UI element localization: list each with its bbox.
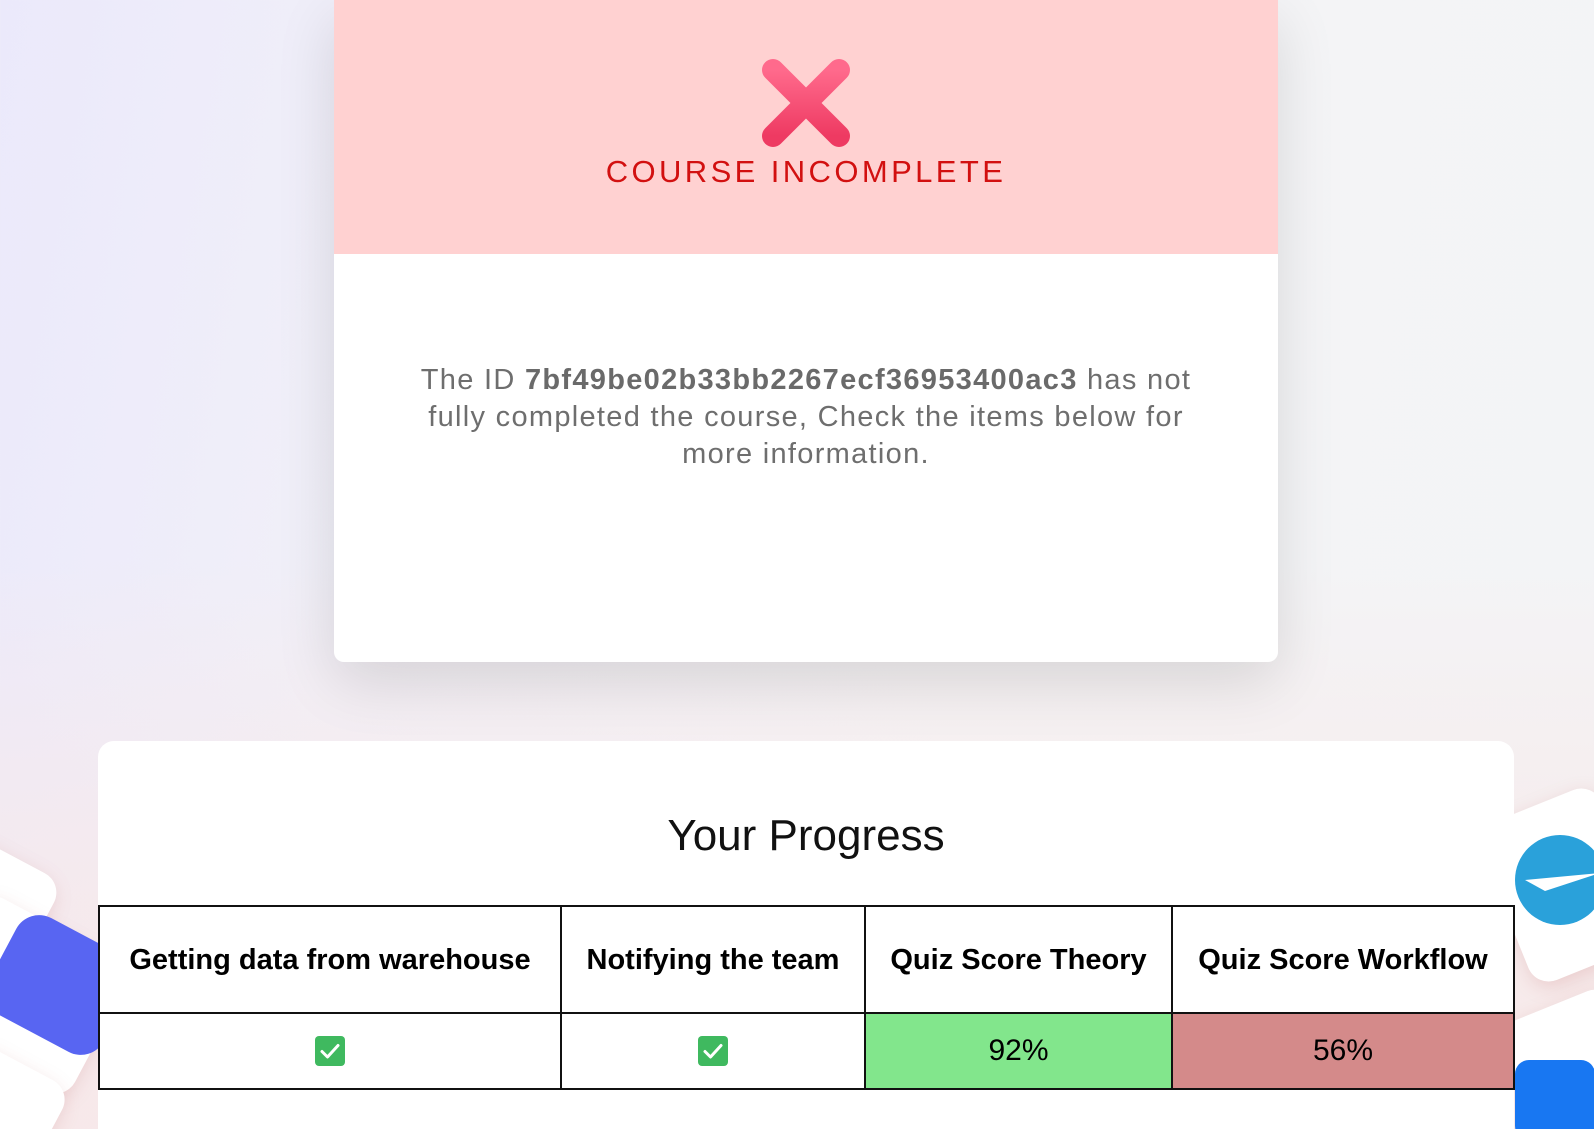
cell-quiz-workflow-score: 56% <box>1171 1012 1515 1090</box>
column-header-notify: Notifying the team <box>560 905 866 1014</box>
cell-quiz-theory-score: 92% <box>864 1012 1173 1090</box>
telegram-icon <box>1515 835 1594 925</box>
column-header-quiz-workflow: Quiz Score Workflow <box>1171 905 1515 1014</box>
column-header-warehouse: Getting data from warehouse <box>98 905 562 1014</box>
table-row: 92% 56% <box>98 1012 1515 1090</box>
check-mark-icon <box>315 1036 345 1067</box>
status-id: 7bf49be02b33bb2267ecf36953400ac3 <box>524 364 1078 396</box>
cell-warehouse-status <box>98 1012 562 1090</box>
status-message-prefix: The ID <box>420 364 525 396</box>
status-card: COURSE INCOMPLETE The ID 7bf49be02b33bb2… <box>334 0 1278 662</box>
status-title: COURSE INCOMPLETE <box>605 154 1007 189</box>
table-header-row: Getting data from warehouse Notifying th… <box>98 905 1515 1014</box>
status-banner: COURSE INCOMPLETE <box>334 0 1278 254</box>
progress-card: Your Progress Getting data from warehous… <box>98 741 1515 1129</box>
cell-notify-status <box>560 1012 866 1090</box>
check-mark-icon <box>698 1036 728 1067</box>
progress-table: Getting data from warehouse Notifying th… <box>98 905 1515 1090</box>
facebook-icon <box>1515 1060 1594 1129</box>
progress-title: Your Progress <box>667 811 945 860</box>
status-message: The ID 7bf49be02b33bb2267ecf36953400ac3 … <box>394 362 1218 473</box>
column-header-quiz-theory: Quiz Score Theory <box>864 905 1173 1014</box>
x-icon <box>762 59 850 147</box>
